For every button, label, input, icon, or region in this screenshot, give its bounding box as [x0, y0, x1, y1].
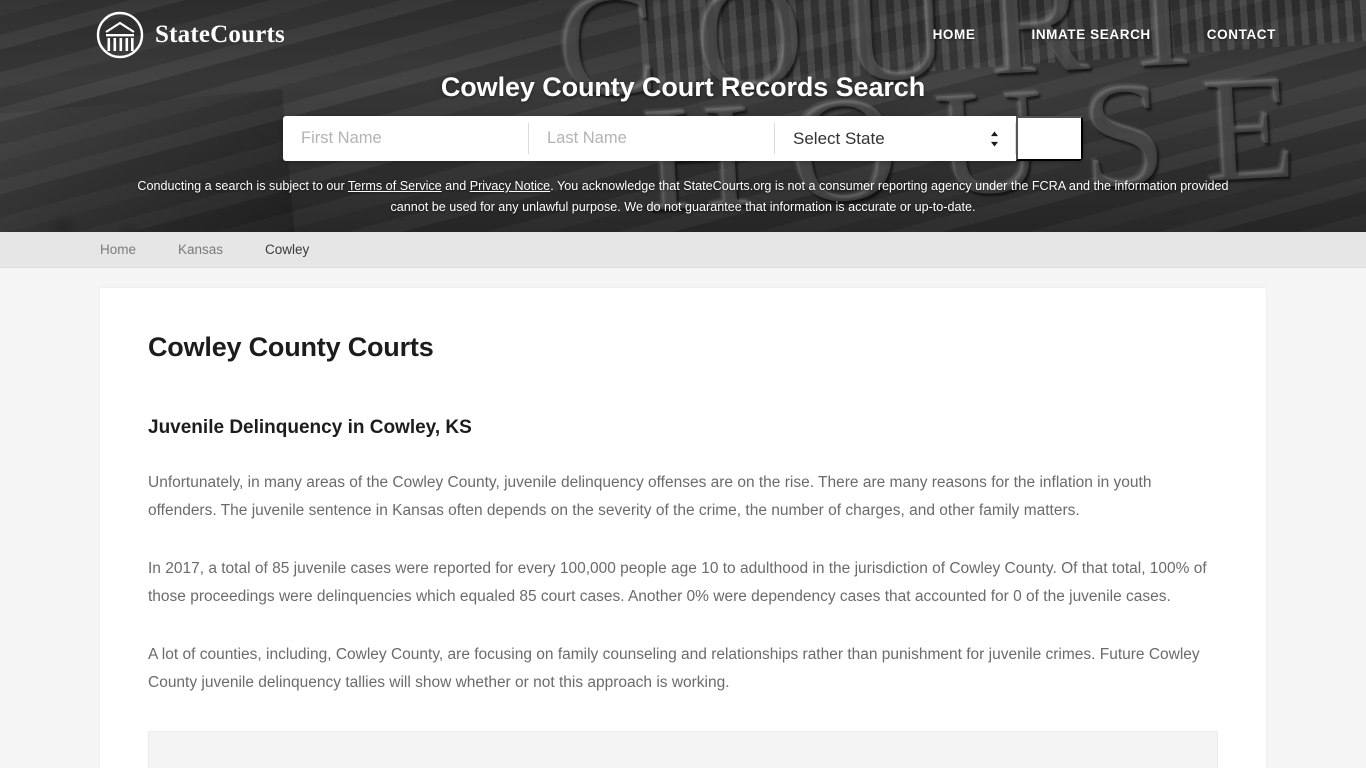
body-paragraph: Unfortunately, in many areas of the Cowl…: [148, 474, 1152, 519]
breadcrumb-item-cowley: Cowley: [265, 242, 310, 257]
primary-navigation: HOME INMATE SEARCH CONTACT: [933, 27, 1276, 42]
last-name-input[interactable]: [529, 116, 774, 161]
nav-item-inmate-search[interactable]: INMATE SEARCH: [1031, 27, 1150, 42]
courthouse-circle-icon: [96, 11, 144, 59]
page-body: Cowley County Courts Juvenile Delinquenc…: [0, 268, 1366, 768]
body-paragraph: A lot of counties, including, Cowley Cou…: [148, 646, 1200, 691]
privacy-notice-link[interactable]: Privacy Notice: [470, 179, 550, 193]
disclaimer-text-part-1: Conducting a search is subject to our: [137, 179, 348, 193]
content-card: Cowley County Courts Juvenile Delinquenc…: [100, 288, 1266, 768]
hero-banner: COURT HOUSE StateCourts HOME INMATE SEAR…: [0, 0, 1366, 232]
first-name-input[interactable]: [283, 116, 528, 161]
terms-of-service-link[interactable]: Terms of Service: [348, 179, 442, 193]
body-paragraph: In 2017, a total of 85 juvenile cases we…: [148, 560, 1207, 605]
hero-title: Cowley County Court Records Search: [440, 72, 926, 102]
statistics-panel-partial: [148, 731, 1218, 768]
state-select-wrapper: Select State: [775, 116, 1015, 161]
nav-item-home[interactable]: HOME: [933, 27, 976, 42]
brand-logo-link[interactable]: StateCourts: [96, 11, 285, 59]
nav-item-contact[interactable]: CONTACT: [1207, 27, 1276, 42]
breadcrumb-item-kansas[interactable]: Kansas: [178, 242, 223, 257]
page-title: Cowley County Courts: [148, 332, 434, 362]
search-disclaimer: Conducting a search is subject to our Te…: [130, 176, 1236, 217]
brand-name: StateCourts: [155, 21, 285, 48]
search-submit-button[interactable]: [1016, 116, 1083, 161]
breadcrumb-item-home[interactable]: Home: [100, 242, 136, 257]
court-records-search-form: Select State: [283, 116, 1083, 161]
state-select[interactable]: Select State: [775, 116, 1015, 161]
section-heading-juvenile-delinquency: Juvenile Delinquency in Cowley, KS: [148, 417, 472, 438]
breadcrumb: Home Kansas Cowley: [0, 232, 1366, 268]
disclaimer-text-part-2: and: [441, 179, 470, 193]
